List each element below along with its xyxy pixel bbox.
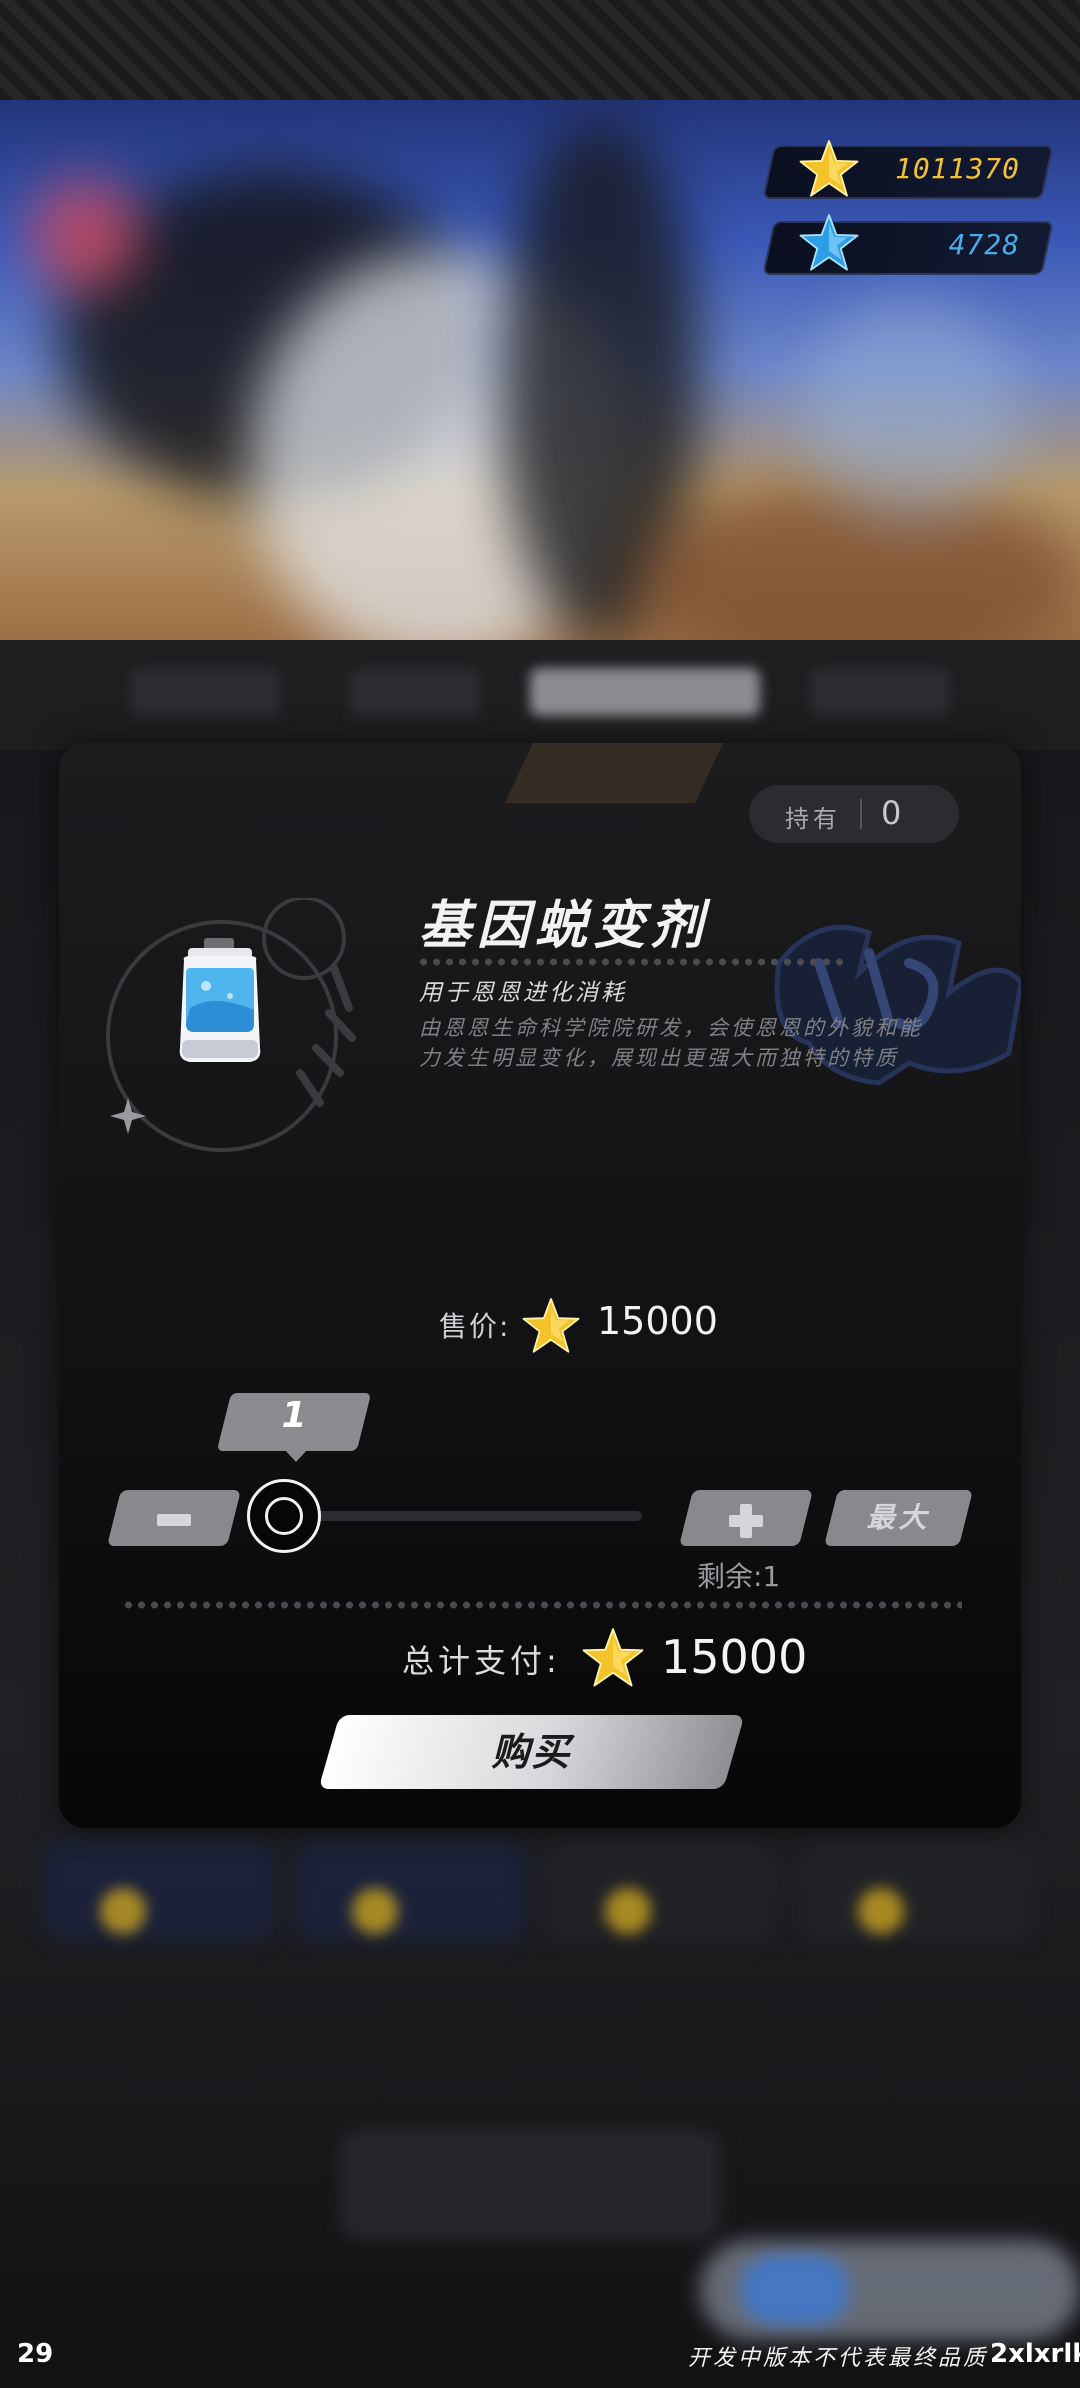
buy-button-label[interactable]: 购买 (329, 1715, 734, 1789)
background-pill-dot (740, 2255, 850, 2325)
quantity-slider-track[interactable] (284, 1511, 642, 1521)
dialog-top-decoration (505, 743, 723, 803)
price-value: 15000 (597, 1299, 718, 1343)
owned-divider (860, 799, 862, 829)
gold-currency-amount: 1011370 (894, 152, 1020, 185)
gold-star-icon (582, 1628, 644, 1687)
potion-bottle-icon (106, 898, 356, 1152)
background-shop-card (45, 1840, 275, 1940)
owned-count: 0 (881, 794, 902, 832)
total-value: 15000 (661, 1630, 808, 1684)
quantity-bubble-pointer (284, 1449, 308, 1462)
quantity-value: 1 (281, 1395, 307, 1436)
top-status-strip (0, 0, 1080, 100)
background-bottom-bar (340, 2130, 720, 2240)
background-tab-bar (0, 640, 1080, 750)
background-coin-icon (858, 1888, 904, 1934)
background-shop-card (800, 1840, 1030, 1940)
gold-star-icon (799, 140, 859, 197)
name-divider (417, 958, 847, 966)
user-id: 2xlxrlk (990, 2339, 1080, 2369)
quantity-slider-handle[interactable] (247, 1479, 321, 1553)
background-shop-card (545, 1840, 775, 1940)
total-label: 总计支付: (402, 1642, 561, 1680)
item-name: 基因蜕变剂 (419, 895, 710, 956)
price-label: 售价: (439, 1310, 511, 1343)
item-usage: 用于恩恩进化消耗 (419, 980, 627, 1006)
item-description: 由恩恩生命科学院院研发，会使恩恩的外貌和能力发生明显变化，展现出更强大而独特的特… (419, 1016, 923, 1070)
remaining-count: 剩余:1 (697, 1560, 781, 1593)
dev-build-notice: 开发中版本不代表最终品质 (688, 2346, 989, 2371)
background-shop-card (295, 1840, 525, 1940)
slider-handle-ring (265, 1497, 303, 1535)
blue-star-icon (799, 214, 859, 271)
owned-label: 持有 (785, 805, 841, 833)
background-coin-icon (605, 1888, 651, 1934)
purchase-dialog: 持有 0 基因蜕变剂 用于恩恩进化消耗 由恩恩生命科学院院研发，会使恩恩的外貌和… (59, 743, 1021, 1828)
fps-counter: 29 (17, 2339, 54, 2369)
minus-icon[interactable] (114, 1490, 234, 1546)
max-button-label[interactable]: 最大 (831, 1490, 966, 1546)
background-coin-icon (352, 1888, 398, 1934)
plus-icon[interactable] (686, 1490, 806, 1546)
gold-star-icon (522, 1298, 580, 1353)
blue-currency-amount: 4728 (948, 228, 1020, 261)
total-divider (122, 1601, 962, 1609)
background-coin-icon (100, 1888, 146, 1934)
owned-count-pill: 持有 0 (749, 785, 959, 843)
